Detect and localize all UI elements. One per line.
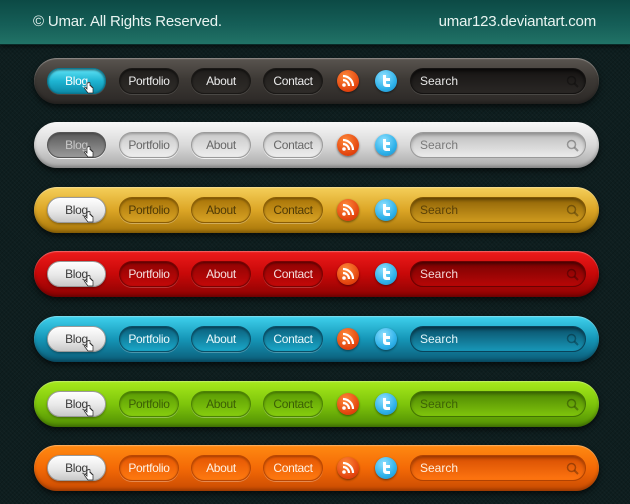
navbar-red: Blog Portfolio About Contact Search bbox=[34, 251, 599, 297]
search-input[interactable]: Search bbox=[410, 261, 586, 287]
nav-button-blog[interactable]: Blog bbox=[47, 132, 106, 158]
nav-button-portfolio[interactable]: Portfolio bbox=[119, 261, 179, 287]
nav-button-portfolio[interactable]: Portfolio bbox=[119, 197, 179, 223]
nav-button-contact[interactable]: Contact bbox=[263, 455, 323, 481]
nav-button-contact[interactable]: Contact bbox=[263, 68, 323, 94]
nav-button-about[interactable]: About bbox=[191, 326, 251, 352]
navbar-silver: Blog Portfolio About Contact Search bbox=[34, 122, 599, 168]
nav-button-portfolio[interactable]: Portfolio bbox=[119, 455, 179, 481]
hand-pointer-cursor-icon bbox=[84, 275, 94, 287]
nav-button-blog[interactable]: Blog bbox=[47, 261, 106, 287]
search-placeholder: Search bbox=[420, 203, 459, 217]
search-placeholder: Search bbox=[420, 332, 459, 346]
rss-feed-icon[interactable] bbox=[337, 328, 359, 350]
search-input[interactable]: Search bbox=[410, 455, 586, 481]
magnifier-icon[interactable] bbox=[566, 204, 579, 217]
search-placeholder: Search bbox=[420, 138, 459, 152]
site-url-link[interactable]: umar123.deviantart.com bbox=[439, 13, 597, 30]
nav-button-contact[interactable]: Contact bbox=[263, 197, 323, 223]
twitter-icon[interactable] bbox=[375, 134, 397, 156]
magnifier-icon[interactable] bbox=[566, 139, 579, 152]
navbar-dark: Blog Portfolio About Contact Search bbox=[34, 58, 599, 104]
navbar-cyan: Blog Portfolio About Contact Search bbox=[34, 316, 599, 362]
search-input[interactable]: Search bbox=[410, 326, 586, 352]
twitter-icon[interactable] bbox=[375, 263, 397, 285]
search-placeholder: Search bbox=[420, 461, 459, 475]
twitter-icon[interactable] bbox=[375, 70, 397, 92]
nav-button-contact[interactable]: Contact bbox=[263, 391, 323, 417]
rss-feed-icon[interactable] bbox=[337, 457, 359, 479]
nav-button-portfolio[interactable]: Portfolio bbox=[119, 68, 179, 94]
nav-button-portfolio[interactable]: Portfolio bbox=[119, 326, 179, 352]
rss-feed-icon[interactable] bbox=[337, 134, 359, 156]
header-banner: © Umar. All Rights Reserved. umar123.dev… bbox=[0, 0, 630, 45]
rss-feed-icon[interactable] bbox=[337, 199, 359, 221]
hand-pointer-cursor-icon bbox=[84, 82, 94, 94]
nav-button-blog[interactable]: Blog bbox=[47, 455, 106, 481]
twitter-icon[interactable] bbox=[375, 393, 397, 415]
navbar-gold: Blog Portfolio About Contact Search bbox=[34, 187, 599, 233]
magnifier-icon[interactable] bbox=[566, 462, 579, 475]
search-input[interactable]: Search bbox=[410, 132, 586, 158]
nav-button-about[interactable]: About bbox=[191, 132, 251, 158]
nav-button-contact[interactable]: Contact bbox=[263, 326, 323, 352]
nav-button-about[interactable]: About bbox=[191, 197, 251, 223]
nav-button-portfolio[interactable]: Portfolio bbox=[119, 391, 179, 417]
twitter-icon[interactable] bbox=[375, 457, 397, 479]
hand-pointer-cursor-icon bbox=[84, 469, 94, 481]
search-input[interactable]: Search bbox=[410, 391, 586, 417]
navbar-green: Blog Portfolio About Contact Search bbox=[34, 381, 599, 427]
twitter-icon[interactable] bbox=[375, 199, 397, 221]
twitter-icon[interactable] bbox=[375, 328, 397, 350]
search-input[interactable]: Search bbox=[410, 68, 586, 94]
nav-button-blog[interactable]: Blog bbox=[47, 68, 106, 94]
hand-pointer-cursor-icon bbox=[84, 340, 94, 352]
nav-button-blog[interactable]: Blog bbox=[47, 326, 106, 352]
magnifier-icon[interactable] bbox=[566, 398, 579, 411]
search-placeholder: Search bbox=[420, 74, 459, 88]
nav-button-blog[interactable]: Blog bbox=[47, 391, 106, 417]
copyright-text: © Umar. All Rights Reserved. bbox=[33, 13, 222, 30]
nav-button-portfolio[interactable]: Portfolio bbox=[119, 132, 179, 158]
nav-button-about[interactable]: About bbox=[191, 455, 251, 481]
nav-button-contact[interactable]: Contact bbox=[263, 261, 323, 287]
magnifier-icon[interactable] bbox=[566, 333, 579, 346]
magnifier-icon[interactable] bbox=[566, 268, 579, 281]
rss-feed-icon[interactable] bbox=[337, 393, 359, 415]
rss-feed-icon[interactable] bbox=[337, 70, 359, 92]
nav-button-about[interactable]: About bbox=[191, 261, 251, 287]
hand-pointer-cursor-icon bbox=[84, 211, 94, 223]
nav-button-about[interactable]: About bbox=[191, 68, 251, 94]
nav-button-about[interactable]: About bbox=[191, 391, 251, 417]
magnifier-icon[interactable] bbox=[566, 75, 579, 88]
search-placeholder: Search bbox=[420, 397, 459, 411]
search-placeholder: Search bbox=[420, 267, 459, 281]
nav-button-contact[interactable]: Contact bbox=[263, 132, 323, 158]
search-input[interactable]: Search bbox=[410, 197, 586, 223]
hand-pointer-cursor-icon bbox=[84, 146, 94, 158]
rss-feed-icon[interactable] bbox=[337, 263, 359, 285]
hand-pointer-cursor-icon bbox=[84, 405, 94, 417]
nav-button-blog[interactable]: Blog bbox=[47, 197, 106, 223]
navbar-orange: Blog Portfolio About Contact Search bbox=[34, 445, 599, 491]
